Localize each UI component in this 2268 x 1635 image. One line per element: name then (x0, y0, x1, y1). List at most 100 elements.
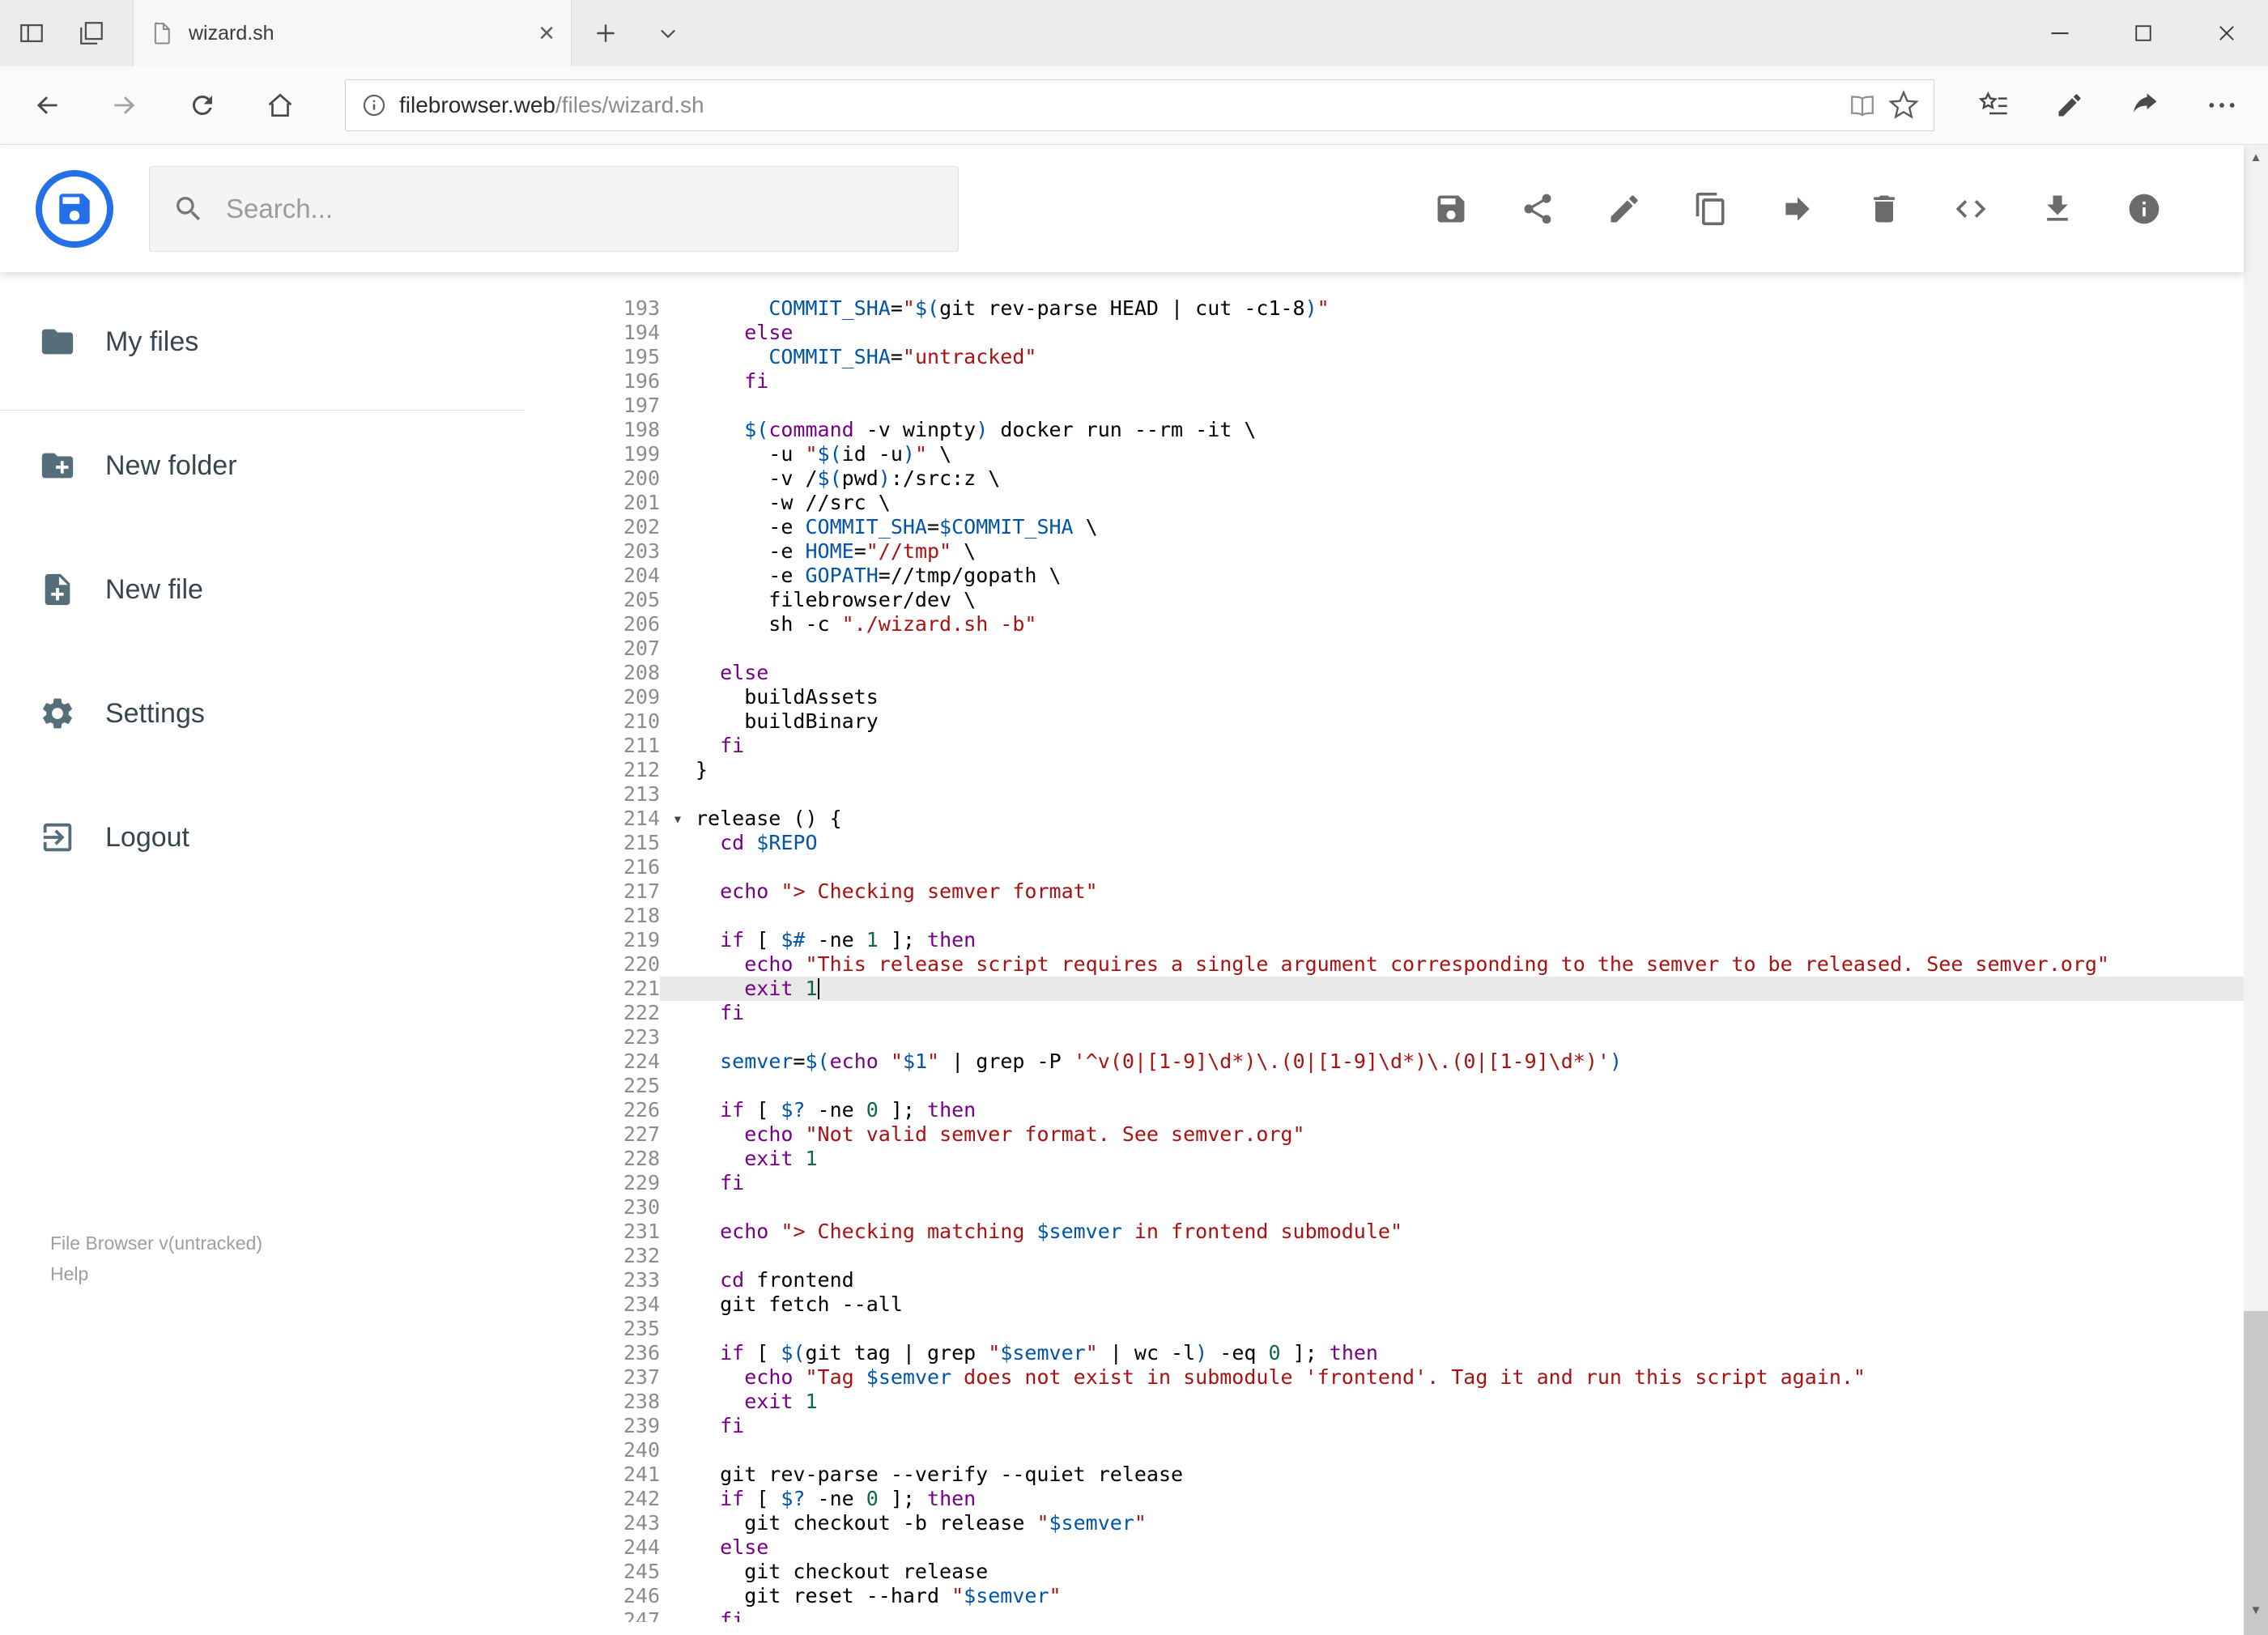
code-line[interactable]: 196 fi (567, 369, 2244, 394)
move-button[interactable] (1754, 164, 1840, 253)
favorites-hub-button[interactable] (1955, 66, 2032, 144)
new-tab-button[interactable] (572, 0, 640, 66)
code-line[interactable]: 235 (567, 1317, 2244, 1341)
code-line[interactable]: 207 (567, 637, 2244, 661)
sidebar-item-my-files[interactable]: My files (0, 305, 525, 378)
code-line[interactable]: 243 git checkout -b release "$semver" (567, 1511, 2244, 1535)
code-line[interactable]: 229 fi (567, 1171, 2244, 1195)
forward-button[interactable] (86, 66, 164, 144)
fold-marker-icon[interactable]: ▾ (660, 807, 696, 831)
edit-button[interactable] (1581, 164, 1667, 253)
code-line[interactable]: 218 (567, 904, 2244, 928)
code-line[interactable]: 247 fi (567, 1608, 2244, 1622)
code-line[interactable]: 234 git fetch --all (567, 1292, 2244, 1317)
code-line[interactable]: 200 -v /$(pwd):/src:z \ (567, 466, 2244, 491)
reading-view-button[interactable] (1848, 91, 1877, 120)
share-button[interactable] (2108, 66, 2184, 144)
sidebar-item-logout[interactable]: Logout (0, 801, 525, 874)
code-line[interactable]: 228 exit 1 (567, 1147, 2244, 1171)
code-line[interactable]: 227 echo "Not valid semver format. See s… (567, 1122, 2244, 1147)
code-line[interactable]: 208 else (567, 661, 2244, 685)
code-line[interactable]: 223 (567, 1025, 2244, 1050)
home-button[interactable] (241, 66, 319, 144)
refresh-button[interactable] (164, 66, 241, 144)
code-line[interactable]: 215 cd $REPO (567, 831, 2244, 855)
back-button[interactable] (8, 66, 86, 144)
code-line[interactable]: 239 fi (567, 1414, 2244, 1438)
code-line[interactable]: 216 (567, 855, 2244, 879)
code-line[interactable]: 197 (567, 394, 2244, 418)
code-line[interactable]: 224 semver=$(echo "$1" | grep -P '^v(0|[… (567, 1050, 2244, 1074)
code-button[interactable] (1927, 164, 2014, 253)
code-line[interactable]: 201 -w //src \ (567, 491, 2244, 515)
copy-button[interactable] (1667, 164, 1754, 253)
code-line[interactable]: 204 -e GOPATH=//tmp/gopath \ (567, 564, 2244, 588)
code-line[interactable]: 212} (567, 758, 2244, 782)
site-info-icon[interactable] (360, 92, 388, 119)
code-line[interactable]: 199 -u "$(id -u)" \ (567, 442, 2244, 466)
code-line[interactable]: 222 fi (567, 1001, 2244, 1025)
save-button[interactable] (1407, 164, 1494, 253)
code-line[interactable]: 233 cd frontend (567, 1268, 2244, 1292)
sidebar-item-new-folder[interactable]: New folder (0, 429, 525, 502)
favorite-star-button[interactable] (1888, 90, 1919, 121)
code-line[interactable]: 232 (567, 1244, 2244, 1268)
help-link[interactable]: Help (50, 1258, 262, 1289)
code-line[interactable]: 241 git rev-parse --verify --quiet relea… (567, 1463, 2244, 1487)
sidebar-item-new-file[interactable]: New file (0, 553, 525, 626)
tab-close-icon[interactable]: × (538, 19, 555, 47)
code-line[interactable]: 240 (567, 1438, 2244, 1463)
scrollbar-thumb[interactable] (2244, 1311, 2268, 1635)
filebrowser-logo[interactable] (36, 169, 113, 248)
maximize-button[interactable] (2101, 0, 2185, 66)
code-line[interactable]: 205 filebrowser/dev \ (567, 588, 2244, 612)
code-line[interactable]: 211 fi (567, 734, 2244, 758)
address-bar[interactable]: filebrowser.web/files/wizard.sh (345, 79, 1934, 131)
code-line[interactable]: 202 -e COMMIT_SHA=$COMMIT_SHA \ (567, 515, 2244, 539)
code-line[interactable]: 221 exit 1 (567, 977, 2244, 1001)
download-button[interactable] (2014, 164, 2100, 253)
tabs-set-aside-list-button[interactable] (78, 19, 105, 47)
code-line[interactable]: 237 echo "Tag $semver does not exist in … (567, 1365, 2244, 1390)
code-line[interactable]: 226 if [ $? -ne 0 ]; then (567, 1098, 2244, 1122)
delete-button[interactable] (1840, 164, 1927, 253)
code-line[interactable]: 220 echo "This release script requires a… (567, 952, 2244, 977)
info-button[interactable] (2100, 164, 2187, 253)
scroll-down-icon[interactable]: ▼ (2244, 1598, 2268, 1622)
scroll-up-icon[interactable]: ▲ (2244, 145, 2268, 169)
set-tabs-aside-button[interactable] (18, 19, 45, 47)
minimize-button[interactable] (2018, 0, 2101, 66)
search-input[interactable] (224, 192, 935, 225)
code-line[interactable]: 231 echo "> Checking matching $semver in… (567, 1220, 2244, 1244)
code-line[interactable]: 214 ▾ release () { (567, 807, 2244, 831)
code-line[interactable]: 206 sh -c "./wizard.sh -b" (567, 612, 2244, 637)
code-line[interactable]: 198 $(command -v winpty) docker run --rm… (567, 418, 2244, 442)
code-line[interactable]: 230 (567, 1195, 2244, 1220)
code-line[interactable]: 242 if [ $? -ne 0 ]; then (567, 1487, 2244, 1511)
code-line[interactable]: 194 else (567, 321, 2244, 345)
tab-preview-toggle-button[interactable] (640, 0, 696, 66)
settings-more-button[interactable] (2184, 66, 2260, 144)
vertical-scrollbar[interactable]: ▲ ▼ (2244, 145, 2268, 1635)
code-line[interactable]: 246 git reset --hard "$semver" (567, 1584, 2244, 1608)
web-notes-button[interactable] (2032, 66, 2108, 144)
code-line[interactable]: 236 if [ $(git tag | grep "$semver" | wc… (567, 1341, 2244, 1365)
code-line[interactable]: 209 buildAssets (567, 685, 2244, 709)
code-editor[interactable]: 193 COMMIT_SHA="$(git rev-parse HEAD | c… (567, 272, 2244, 1622)
code-line[interactable]: 244 else (567, 1535, 2244, 1560)
search-bar[interactable] (149, 165, 959, 252)
code-line[interactable]: 193 COMMIT_SHA="$(git rev-parse HEAD | c… (567, 296, 2244, 321)
browser-tab[interactable]: wizard.sh × (133, 0, 572, 66)
code-line[interactable]: 203 -e HOME="//tmp" \ (567, 539, 2244, 564)
code-line[interactable]: 195 COMMIT_SHA="untracked" (567, 345, 2244, 369)
code-line[interactable]: 217 echo "> Checking semver format" (567, 879, 2244, 904)
code-line[interactable]: 219 if [ $# -ne 1 ]; then (567, 928, 2244, 952)
sidebar-item-settings[interactable]: Settings (0, 677, 525, 750)
code-line[interactable]: 210 buildBinary (567, 709, 2244, 734)
code-line[interactable]: 245 git checkout release (567, 1560, 2244, 1584)
code-line[interactable]: 238 exit 1 (567, 1390, 2244, 1414)
close-button[interactable] (2185, 0, 2268, 66)
share-button[interactable] (1494, 164, 1581, 253)
code-line[interactable]: 225 (567, 1074, 2244, 1098)
code-line[interactable]: 213 (567, 782, 2244, 807)
